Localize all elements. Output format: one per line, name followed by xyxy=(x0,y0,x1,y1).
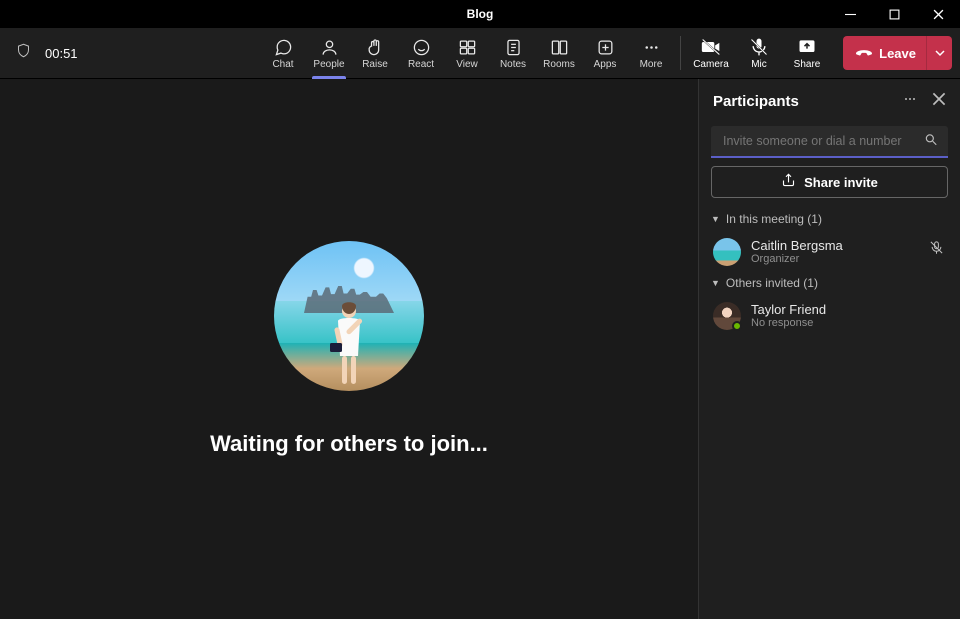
participant-row[interactable]: Caitlin Bergsma Organizer xyxy=(711,234,948,276)
view-button[interactable]: View xyxy=(444,28,490,79)
toolbar-separator xyxy=(680,36,681,70)
more-icon xyxy=(902,91,918,107)
apps-icon xyxy=(596,37,615,57)
right-toolbar: Leave xyxy=(835,28,952,78)
chat-label: Chat xyxy=(272,59,293,70)
leave-wrap: Leave xyxy=(843,36,952,70)
share-invite-button[interactable]: Share invite xyxy=(711,166,948,198)
participant-role: Organizer xyxy=(751,253,843,265)
people-icon xyxy=(320,37,339,57)
raise-hand-button[interactable]: Raise xyxy=(352,28,398,79)
leave-button[interactable]: Leave xyxy=(843,36,926,70)
minimize-icon xyxy=(845,9,856,20)
share-button[interactable]: Share xyxy=(783,28,831,79)
camera-off-icon xyxy=(701,37,721,57)
panel-header-actions xyxy=(902,91,946,112)
more-icon xyxy=(642,37,661,57)
presence-available-icon xyxy=(732,321,742,331)
invite-search-wrap xyxy=(711,126,948,158)
view-label: View xyxy=(456,59,478,70)
more-button[interactable]: More xyxy=(628,28,674,79)
panel-more-button[interactable] xyxy=(902,91,918,112)
caret-down-icon: ▼ xyxy=(711,278,720,288)
mic-label: Mic xyxy=(751,59,767,70)
leave-dropdown-button[interactable] xyxy=(926,36,952,70)
notes-button[interactable]: Notes xyxy=(490,28,536,79)
mic-off-icon xyxy=(749,37,769,57)
avatar-person-icon xyxy=(324,301,374,391)
meeting-body: Waiting for others to join... Participan… xyxy=(0,79,960,619)
timer-region: 00:51 xyxy=(0,42,78,64)
raise-label: Raise xyxy=(362,59,388,70)
more-label: More xyxy=(640,59,663,70)
share-screen-icon xyxy=(797,37,817,57)
section-in-meeting-header[interactable]: ▼ In this meeting (1) xyxy=(711,212,948,226)
window-title: Blog xyxy=(467,7,494,21)
camera-button[interactable]: Camera xyxy=(687,28,735,79)
react-label: React xyxy=(408,59,434,70)
participant-name: Caitlin Bergsma xyxy=(751,239,843,254)
share-label: Share xyxy=(794,59,821,70)
video-stage: Waiting for others to join... xyxy=(0,79,698,619)
section-invited-label: Others invited (1) xyxy=(726,276,818,290)
app-window: Blog 00:51 Chat xyxy=(0,0,960,619)
view-icon xyxy=(458,37,477,57)
invite-search-input[interactable] xyxy=(711,126,948,158)
share-invite-icon xyxy=(781,173,796,191)
apps-label: Apps xyxy=(594,59,617,70)
share-invite-label: Share invite xyxy=(804,175,878,190)
chat-icon xyxy=(274,37,293,57)
waiting-text: Waiting for others to join... xyxy=(210,431,488,457)
avatar xyxy=(713,302,741,330)
chevron-down-icon xyxy=(935,48,945,58)
window-controls xyxy=(828,0,960,28)
shield-icon[interactable] xyxy=(16,42,31,64)
title-bar: Blog xyxy=(0,0,960,28)
invited-status: No response xyxy=(751,317,826,329)
maximize-button[interactable] xyxy=(872,0,916,28)
avatar xyxy=(713,238,741,266)
react-button[interactable]: React xyxy=(398,28,444,79)
raise-hand-icon xyxy=(366,37,385,57)
rooms-label: Rooms xyxy=(543,59,575,70)
main-avatar xyxy=(274,241,424,391)
meeting-toolbar: 00:51 Chat People Raise React View xyxy=(0,28,960,79)
center-toolbar: Chat People Raise React View Notes xyxy=(260,28,831,78)
leave-label: Leave xyxy=(879,46,916,61)
participants-panel: Participants Share invite ▼ In this meet… xyxy=(698,79,960,619)
invited-name: Taylor Friend xyxy=(751,303,826,318)
close-icon xyxy=(933,9,944,20)
apps-button[interactable]: Apps xyxy=(582,28,628,79)
minimize-button[interactable] xyxy=(828,0,872,28)
people-label: People xyxy=(313,59,344,70)
section-invited-header[interactable]: ▼ Others invited (1) xyxy=(711,276,948,290)
mic-muted-icon xyxy=(929,240,944,260)
mic-button[interactable]: Mic xyxy=(735,28,783,79)
panel-header: Participants xyxy=(711,91,948,112)
maximize-icon xyxy=(889,9,900,20)
close-icon xyxy=(932,92,946,106)
notes-icon xyxy=(504,37,523,57)
close-window-button[interactable] xyxy=(916,0,960,28)
section-in-meeting-label: In this meeting (1) xyxy=(726,212,822,226)
caret-down-icon: ▼ xyxy=(711,214,720,224)
panel-title: Participants xyxy=(713,93,799,110)
chat-button[interactable]: Chat xyxy=(260,28,306,79)
search-icon[interactable] xyxy=(924,133,938,152)
invited-row[interactable]: Taylor Friend No response xyxy=(711,298,948,340)
hangup-icon xyxy=(855,43,873,64)
meeting-timer: 00:51 xyxy=(45,46,78,61)
camera-label: Camera xyxy=(693,59,729,70)
people-button[interactable]: People xyxy=(306,28,352,79)
notes-label: Notes xyxy=(500,59,526,70)
panel-close-button[interactable] xyxy=(932,92,946,111)
rooms-button[interactable]: Rooms xyxy=(536,28,582,79)
rooms-icon xyxy=(550,37,569,57)
react-icon xyxy=(412,37,431,57)
